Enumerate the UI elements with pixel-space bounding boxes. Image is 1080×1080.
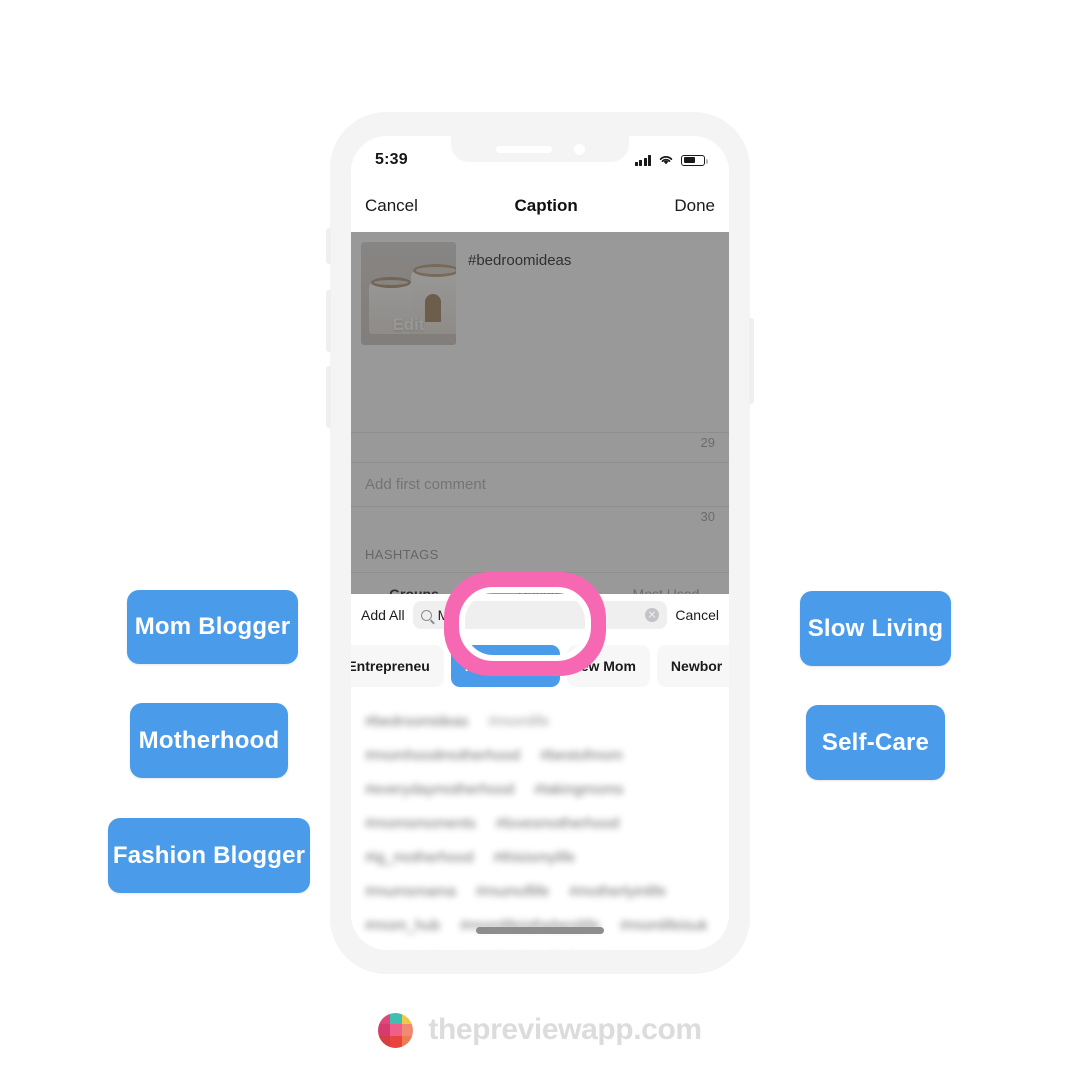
done-button[interactable]: Done — [674, 196, 715, 216]
hashtag-row: #bedroomideas #momlife — [365, 704, 715, 738]
hashtag-item[interactable]: #mumoflife — [476, 883, 549, 900]
brand-name: thepreviewapp.com — [428, 1013, 702, 1046]
hashtag-item[interactable]: #thisismylife — [493, 849, 575, 866]
caption-counter-row: 29 — [351, 432, 729, 462]
search-icon — [420, 609, 432, 621]
annotation-label-mom-blogger: Mom Blogger — [127, 590, 298, 664]
speaker-grill-icon — [495, 145, 552, 153]
cancel-button[interactable]: Cancel — [365, 196, 418, 216]
edit-thumbnail-label[interactable]: Edit — [361, 315, 456, 335]
cellular-signal-icon — [634, 154, 651, 166]
hashtag-row: #everydaymotherhood #takingmoms — [365, 772, 715, 806]
annotation-label-slow-living: Slow Living — [800, 591, 951, 666]
group-chip-mom-entrepreneur[interactable]: m Entrepreneu — [351, 645, 444, 687]
annotation-label-motherhood: Motherhood — [130, 703, 288, 778]
phone-mockup: 5:39 Cancel Caption Done Edit #bedroomid… — [326, 112, 754, 974]
status-icons — [634, 154, 708, 166]
home-indicator[interactable] — [476, 927, 604, 934]
hashtag-item[interactable]: #momlifeisuk — [620, 917, 708, 934]
hashtag-item[interactable]: #momlife — [488, 713, 549, 730]
hashtag-row: #mom_hub #momlifeisthebestlife #momlifei… — [365, 908, 715, 942]
comment-counter-row: 30 — [351, 506, 729, 536]
phone-notch — [451, 136, 629, 162]
clear-circle-icon[interactable] — [645, 608, 660, 622]
hashtag-row: #ig_motherhood #thisismylife — [365, 840, 715, 874]
status-time: 5:39 — [375, 151, 408, 168]
preview-app-grid-logo-icon — [378, 1012, 414, 1048]
add-all-button[interactable]: Add All — [361, 607, 405, 623]
hashtag-row: #momhoodmotherhood #bestofmom — [365, 738, 715, 772]
hashtag-row: #momsmoments #lovesmotherhood — [365, 806, 715, 840]
battery-icon — [681, 154, 708, 166]
power-button[interactable] — [749, 318, 754, 404]
hashtag-item[interactable]: #momhoodmotherhood — [365, 747, 520, 764]
first-comment-input[interactable]: Add first comment — [351, 462, 729, 506]
group-chip-newborn[interactable]: Newbor — [656, 645, 729, 687]
hashtag-item[interactable]: #mumsmama — [365, 883, 456, 900]
caption-editor: Edit #bedroomideas — [351, 232, 729, 432]
silent-switch-button[interactable] — [326, 228, 331, 264]
front-camera-icon — [573, 143, 585, 155]
annotation-label-self-care: Self-Care — [806, 705, 945, 780]
hashtag-row: #momsunite #motherhoodinthearc — [365, 942, 715, 950]
hashtag-item[interactable]: #takingmoms — [534, 781, 623, 798]
hashtag-item[interactable]: #motherlyinlife — [569, 883, 666, 900]
post-thumbnail[interactable]: Edit — [361, 242, 456, 345]
hashtag-item[interactable]: #ig_motherhood — [365, 849, 473, 866]
hashtag-item[interactable]: #lovesmotherhood — [496, 815, 619, 832]
screenshot-canvas: Mom Blogger Motherhood Fashion Blogger S… — [0, 0, 1080, 1080]
hashtags-section-label: HASHTAGS — [365, 546, 439, 562]
wifi-icon — [659, 156, 673, 165]
hashtag-item[interactable]: #bedroomideas — [365, 713, 468, 730]
hashtag-item[interactable]: #everydaymotherhood — [365, 781, 514, 798]
page-title: Caption — [514, 196, 578, 215]
nav-bar: Cancel Caption Done — [351, 180, 729, 232]
phone-screen: 5:39 Cancel Caption Done Edit #bedroomid… — [351, 136, 729, 950]
hashtag-item[interactable]: #mom_hub — [365, 917, 440, 934]
annotation-label-fashion-blogger: Fashion Blogger — [108, 818, 310, 893]
footer-brand: thepreviewapp.com — [0, 1002, 1080, 1058]
comment-character-counter: 30 — [700, 509, 715, 524]
hashtag-results-list[interactable]: #bedroomideas #momlife #momhoodmotherhoo… — [351, 696, 729, 950]
hashtag-row: #mumsmama #mumoflife #motherlyinlife — [365, 874, 715, 908]
volume-down-button[interactable] — [326, 366, 331, 428]
hashtag-item[interactable]: #bestofmom — [540, 747, 623, 764]
hashtag-item[interactable]: #momsmoments — [365, 815, 476, 832]
volume-up-button[interactable] — [326, 290, 331, 352]
caption-character-counter: 29 — [700, 435, 715, 450]
caption-text-input[interactable]: #bedroomideas — [456, 242, 719, 422]
search-cancel-button[interactable]: Cancel — [675, 607, 719, 623]
highlight-ring-annotation — [444, 572, 606, 676]
